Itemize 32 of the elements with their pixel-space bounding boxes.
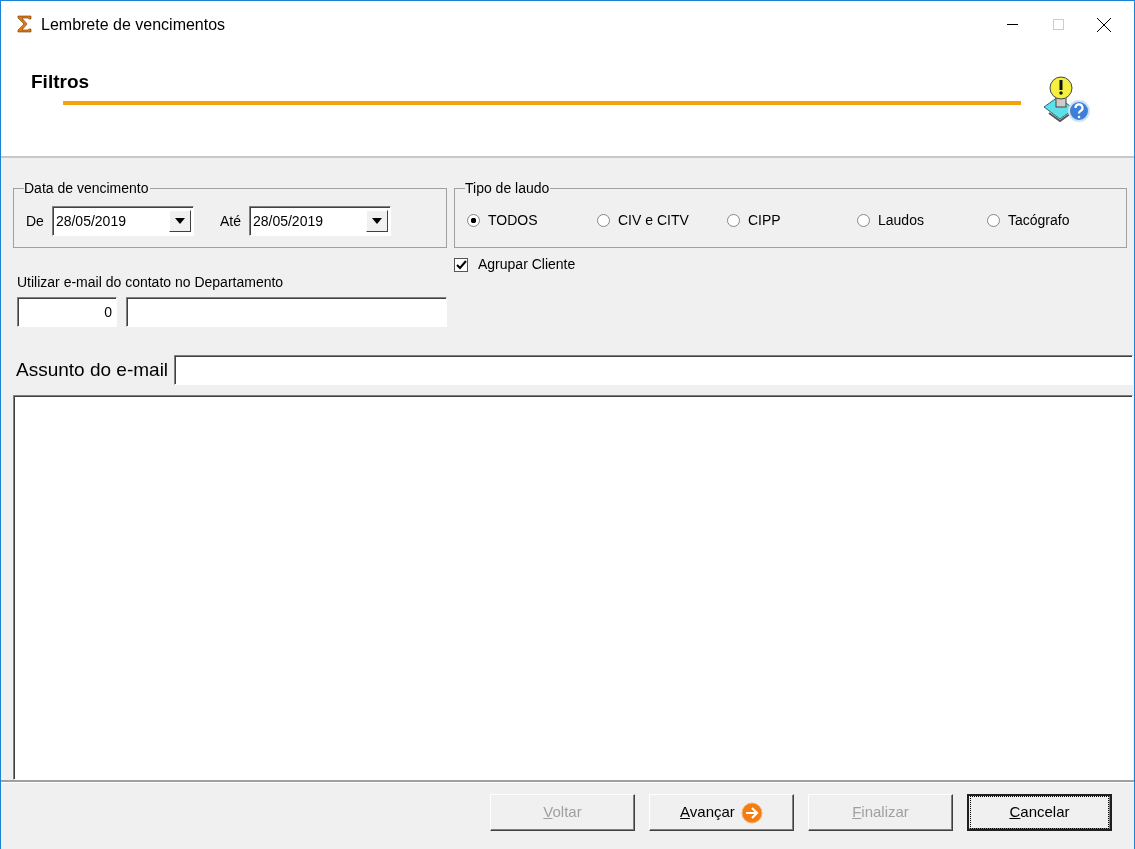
field-label: Utilizar e-mail do contato no Departamento	[17, 273, 285, 292]
checkbox[interactable]	[454, 257, 468, 272]
subject-field[interactable]	[174, 355, 1133, 385]
checkmark-icon	[455, 259, 467, 270]
radio-label[interactable]: Tacógrafo	[1008, 209, 1070, 231]
field-label: Até	[219, 211, 241, 231]
window-title: Lembrete de vencimentos	[41, 14, 226, 35]
maximize-icon	[1052, 19, 1064, 30]
checkbox-label[interactable]: Agrupar Cliente	[478, 254, 576, 275]
radio-button[interactable]	[857, 213, 870, 227]
radio-label[interactable]: CIV e CITV	[618, 209, 689, 231]
wizard-button[interactable]: Avançar	[649, 794, 794, 831]
radio-label[interactable]: Laudos	[878, 209, 924, 231]
radio-label[interactable]: TODOS	[488, 209, 538, 231]
groupbox-legend: Tipo de laudo	[465, 179, 551, 197]
wizard-button[interactable]: Cancelar	[967, 794, 1112, 831]
email-field[interactable]	[126, 297, 447, 327]
message-body-field[interactable]	[13, 395, 1133, 780]
arrow-right-icon	[740, 801, 763, 824]
field-label: De	[26, 211, 44, 231]
date-dropdown[interactable]: 28/05/2019	[51, 206, 194, 236]
radio-button[interactable]	[467, 213, 480, 227]
radio-button[interactable]	[727, 213, 740, 227]
radio-label[interactable]: CIPP	[748, 209, 781, 231]
date-dropdown[interactable]: 28/05/2019	[248, 206, 391, 236]
close-icon	[1097, 17, 1111, 32]
code-field[interactable]: 0	[17, 297, 117, 327]
radio-button[interactable]	[597, 213, 610, 227]
section-title: Filtros	[31, 70, 90, 94]
subject-label: Assunto do e-mail	[16, 357, 169, 382]
radio-button[interactable]	[987, 213, 1000, 227]
app-sigma-icon	[17, 14, 33, 35]
